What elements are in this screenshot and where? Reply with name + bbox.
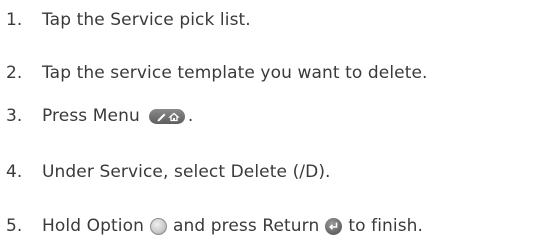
step-text: Tap the Service pick list. xyxy=(42,10,251,30)
step-number: 4. xyxy=(6,162,23,182)
step-text-part2: and press Return xyxy=(172,216,320,236)
step-text-after: . xyxy=(187,106,194,126)
menu-key-icon xyxy=(148,108,185,124)
step-text: Tap the service template you want to del… xyxy=(42,63,428,83)
instruction-step-3: 3. Press Menu . xyxy=(6,104,193,128)
instruction-step-5: 5. Hold Option and press Return to finis… xyxy=(6,214,423,238)
step-text: Under Service, select Delete (/D). xyxy=(42,162,331,182)
step-number: 1. xyxy=(6,10,23,30)
instruction-step-4: 4. Under Service, select Delete (/D). xyxy=(6,160,331,184)
step-text-part3: to finish. xyxy=(348,216,424,236)
step-number: 2. xyxy=(6,63,23,83)
step-text-part1: Hold Option xyxy=(42,216,144,236)
instruction-step-2: 2. Tap the service template you want to … xyxy=(6,61,428,85)
option-key-icon xyxy=(149,217,167,235)
instruction-step-1: 1. Tap the Service pick list. xyxy=(6,8,251,32)
step-text-before: Press Menu xyxy=(42,106,140,126)
step-number: 3. xyxy=(6,106,23,126)
step-number: 5. xyxy=(6,216,23,236)
return-key-icon xyxy=(325,217,343,235)
